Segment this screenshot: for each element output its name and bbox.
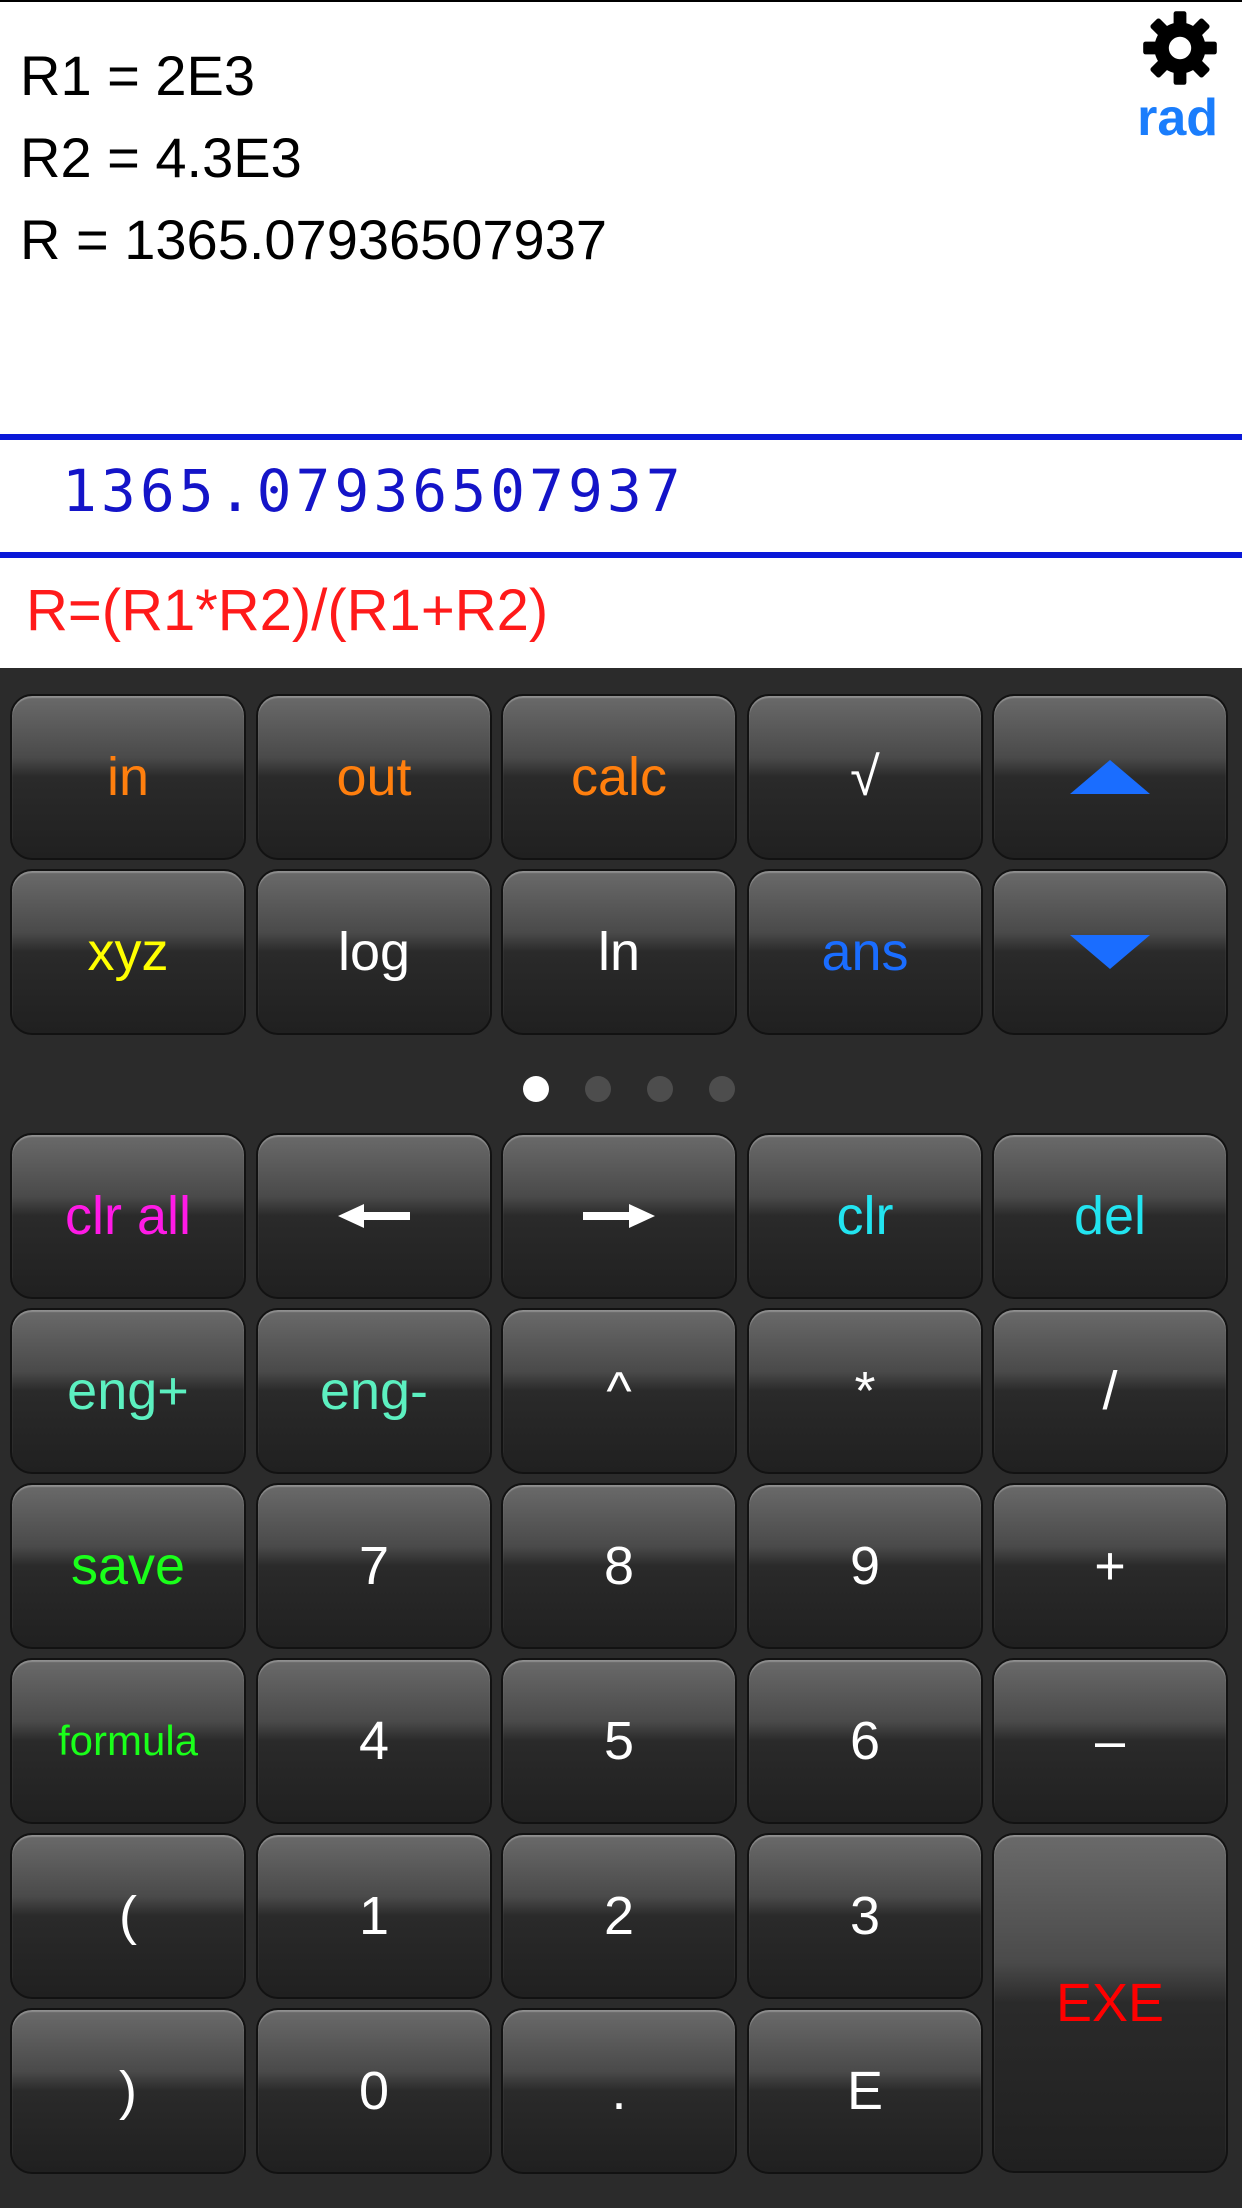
page-dot[interactable] xyxy=(585,1076,611,1102)
divide-button[interactable]: / xyxy=(992,1308,1228,1474)
sqrt-button[interactable]: √ xyxy=(747,694,983,860)
result-display: 1365.07936507937 xyxy=(0,434,1242,558)
cursor-left-button[interactable] xyxy=(256,1133,492,1299)
page-dot-active[interactable] xyxy=(523,1076,549,1102)
key-label: ln xyxy=(597,922,641,982)
key-label: EXE xyxy=(1055,1973,1165,2033)
key-label: clr all xyxy=(64,1186,191,1246)
key-label: . xyxy=(611,2061,627,2121)
digit-4-button[interactable]: 4 xyxy=(256,1658,492,1824)
calc-button[interactable]: calc xyxy=(501,694,737,860)
digit-3-button[interactable]: 3 xyxy=(747,1833,983,1999)
expression-text: R=(R1*R2)/(R1+R2) xyxy=(26,578,549,643)
eng-plus-button[interactable]: eng+ xyxy=(10,1308,246,1474)
key-label: E xyxy=(846,2061,884,2121)
key-label: ans xyxy=(821,922,909,982)
history-line: R1 = 2E3 xyxy=(20,44,256,107)
clear-button[interactable]: clr xyxy=(747,1133,983,1299)
key-label: clr xyxy=(836,1186,894,1246)
plus-button[interactable]: + xyxy=(992,1483,1228,1649)
minus-button[interactable]: – xyxy=(992,1658,1228,1824)
page-dot[interactable] xyxy=(647,1076,673,1102)
page-dot[interactable] xyxy=(709,1076,735,1102)
log-button[interactable]: log xyxy=(256,869,492,1035)
power-button[interactable]: ^ xyxy=(501,1308,737,1474)
delete-button[interactable]: del xyxy=(992,1133,1228,1299)
key-label: eng+ xyxy=(67,1361,189,1421)
ans-button[interactable]: ans xyxy=(747,869,983,1035)
digit-6-button[interactable]: 6 xyxy=(747,1658,983,1824)
clear-all-button[interactable]: clr all xyxy=(10,1133,246,1299)
expression-input[interactable]: R=(R1*R2)/(R1+R2) xyxy=(0,558,1242,668)
key-label: formula xyxy=(57,1717,199,1764)
arrow-left-icon xyxy=(338,1204,410,1228)
decimal-point-button[interactable]: . xyxy=(501,2008,737,2174)
key-label: 1 xyxy=(358,1886,390,1946)
angle-mode-toggle[interactable]: rad xyxy=(1137,92,1218,144)
gear-icon[interactable] xyxy=(1140,8,1220,88)
close-paren-button[interactable]: ) xyxy=(10,2008,246,2174)
digit-9-button[interactable]: 9 xyxy=(747,1483,983,1649)
execute-button[interactable]: EXE xyxy=(992,1833,1228,2173)
digit-1-button[interactable]: 1 xyxy=(256,1833,492,1999)
eng-minus-button[interactable]: eng- xyxy=(256,1308,492,1474)
triangle-up-icon xyxy=(1070,760,1150,794)
digit-7-button[interactable]: 7 xyxy=(256,1483,492,1649)
key-label: 7 xyxy=(358,1536,390,1596)
key-label: 0 xyxy=(358,2061,390,2121)
key-label: 8 xyxy=(603,1536,635,1596)
formula-button[interactable]: formula xyxy=(10,1658,246,1824)
key-label: in xyxy=(106,747,150,807)
key-label: xyz xyxy=(87,922,169,982)
in-button[interactable]: in xyxy=(10,694,246,860)
cursor-right-button[interactable] xyxy=(501,1133,737,1299)
result-value: 1365.07936507937 xyxy=(62,457,685,525)
key-label: save xyxy=(70,1536,186,1596)
open-paren-button[interactable]: ( xyxy=(10,1833,246,1999)
key-label: 3 xyxy=(849,1886,881,1946)
history-line: R = 1365.07936507937 xyxy=(20,208,607,271)
out-button[interactable]: out xyxy=(256,694,492,860)
arrow-right-icon xyxy=(583,1204,655,1228)
page-indicator[interactable] xyxy=(0,1076,1242,1102)
history-line: R2 = 4.3E3 xyxy=(20,126,302,189)
digit-5-button[interactable]: 5 xyxy=(501,1658,737,1824)
digit-8-button[interactable]: 8 xyxy=(501,1483,737,1649)
multiply-button[interactable]: * xyxy=(747,1308,983,1474)
key-label: – xyxy=(1094,1711,1126,1771)
digit-0-button[interactable]: 0 xyxy=(256,2008,492,2174)
digit-2-button[interactable]: 2 xyxy=(501,1833,737,1999)
key-label: * xyxy=(854,1361,876,1421)
key-label: calc xyxy=(570,747,668,807)
key-label: ^ xyxy=(606,1361,632,1421)
key-label: 6 xyxy=(849,1711,881,1771)
scroll-down-button[interactable] xyxy=(992,869,1228,1035)
calculator-screen: R1 = 2E3 R2 = 4.3E3 R = 1365.07936507937… xyxy=(0,0,1242,2208)
key-label: 4 xyxy=(358,1711,390,1771)
save-button[interactable]: save xyxy=(10,1483,246,1649)
key-label: log xyxy=(337,922,411,982)
scroll-up-button[interactable] xyxy=(992,694,1228,860)
key-label: ) xyxy=(119,2061,137,2121)
key-label: 9 xyxy=(849,1536,881,1596)
history-panel: R1 = 2E3 R2 = 4.3E3 R = 1365.07936507937… xyxy=(0,0,1242,436)
key-label: 5 xyxy=(603,1711,635,1771)
key-label: / xyxy=(1102,1361,1118,1421)
key-label: √ xyxy=(850,747,880,807)
ln-button[interactable]: ln xyxy=(501,869,737,1035)
key-label: 2 xyxy=(603,1886,635,1946)
triangle-down-icon xyxy=(1070,935,1150,969)
key-label: ( xyxy=(119,1886,137,1946)
xyz-button[interactable]: xyz xyxy=(10,869,246,1035)
key-label: eng- xyxy=(319,1361,429,1421)
key-label: + xyxy=(1094,1536,1126,1596)
key-label: out xyxy=(336,747,412,807)
key-label: del xyxy=(1073,1186,1147,1246)
exponent-button[interactable]: E xyxy=(747,2008,983,2174)
